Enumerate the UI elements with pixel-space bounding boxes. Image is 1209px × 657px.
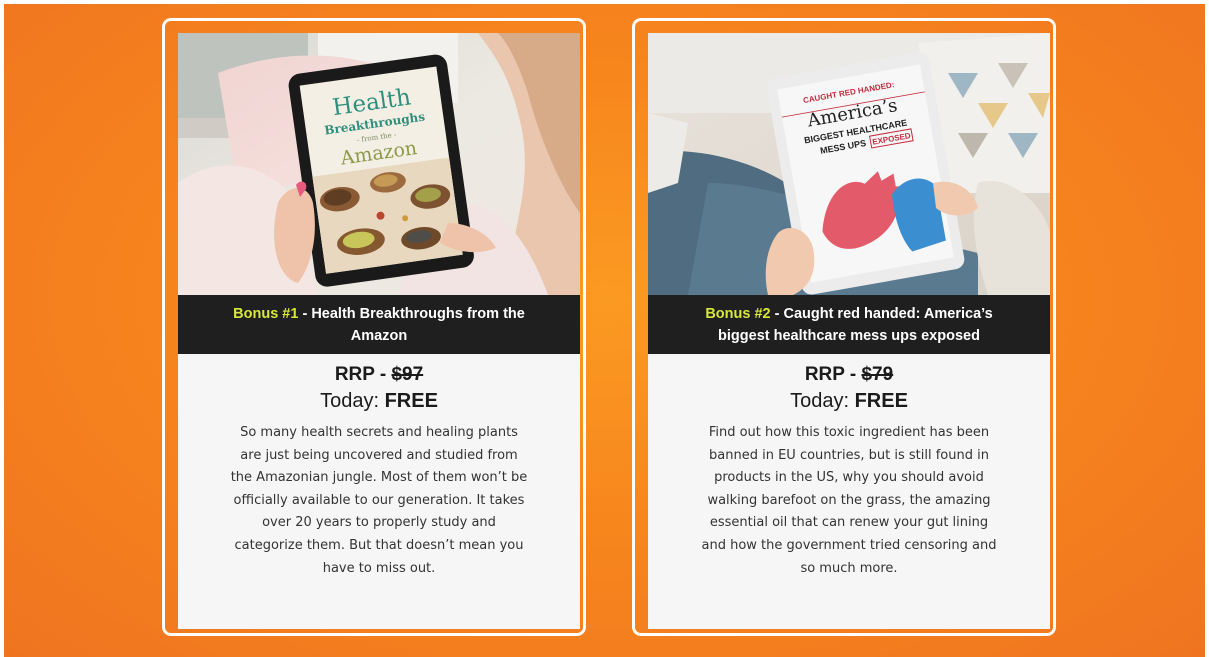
bonus-1-today-value: FREE bbox=[384, 390, 438, 412]
bonus-1-label: Bonus #1 bbox=[233, 305, 299, 322]
bonus-card-1-inner: Health Breakthroughs - from the - Amazon bbox=[178, 33, 580, 629]
bonus-2-rrp-label: RRP - bbox=[804, 364, 862, 385]
bonus-card-2-inner: CAUGHT RED HANDED: America’s BIGGEST HEA… bbox=[648, 33, 1050, 629]
bonus-1-rrp-label: RRP - bbox=[334, 364, 392, 385]
bonus-2-caption: Bonus #2 - Caught red handed: America’s … bbox=[648, 295, 1050, 354]
bonus-2-today: Today: FREE bbox=[648, 388, 1050, 414]
bonus-1-title: Health Breakthroughs from the Amazon bbox=[311, 305, 525, 344]
bonus-1-today: Today: FREE bbox=[178, 388, 580, 414]
bonus-1-caption: Bonus #1 - Health Breakthroughs from the… bbox=[178, 295, 580, 354]
bonus-card-2: CAUGHT RED HANDED: America’s BIGGEST HEA… bbox=[632, 18, 1056, 636]
bonus-1-description: So many health secrets and healing plant… bbox=[230, 425, 528, 576]
bonus-2-today-value: FREE bbox=[854, 390, 908, 412]
bonus-2-today-label: Today: bbox=[790, 390, 855, 412]
bonus-1-separator: - bbox=[298, 305, 312, 322]
bonus-2-separator: - bbox=[770, 305, 784, 322]
page: Health Breakthroughs - from the - Amazon bbox=[0, 0, 1209, 657]
bonus-2-description: Find out how this toxic ingredient has b… bbox=[701, 425, 997, 576]
bonus-1-rrp: RRP - $97 bbox=[178, 363, 580, 387]
bonus-2-product-image: CAUGHT RED HANDED: America’s BIGGEST HEA… bbox=[648, 33, 1050, 295]
bonus-2-rrp-price: $79 bbox=[861, 364, 894, 385]
bonus-card-1: Health Breakthroughs - from the - Amazon bbox=[162, 18, 586, 636]
bonus-1-rrp-price: $97 bbox=[391, 364, 424, 385]
bonus-2-label: Bonus #2 bbox=[705, 305, 771, 322]
bonus-2-rrp: RRP - $79 bbox=[648, 363, 1050, 387]
bonus-1-product-image: Health Breakthroughs - from the - Amazon bbox=[178, 33, 580, 295]
bonus-1-today-label: Today: bbox=[320, 390, 385, 412]
